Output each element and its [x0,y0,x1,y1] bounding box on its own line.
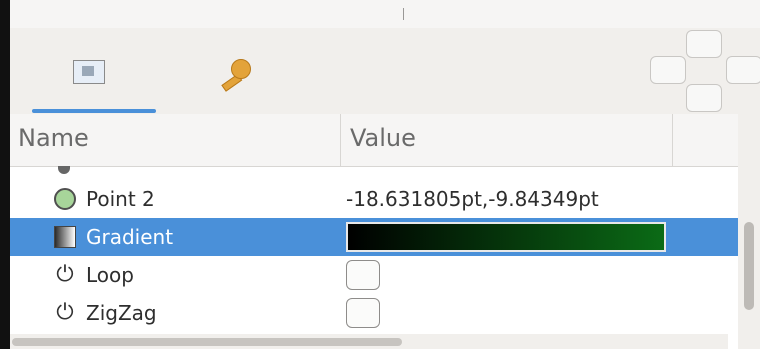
circle-icon [54,188,76,210]
nav-right-button[interactable] [726,56,760,84]
table-row-zigzag[interactable]: ⏻ ZigZag [10,294,738,332]
row-label: ZigZag [86,301,157,325]
row-label: Loop [86,263,134,287]
params-icon [73,60,105,84]
horizontal-scrollbar[interactable] [10,334,728,349]
zigzag-checkbox[interactable] [346,298,380,328]
table-header: Name Value [10,114,738,167]
vertical-scrollbar[interactable] [738,114,760,349]
horizontal-scroll-thumb[interactable] [12,338,402,346]
nav-left-button[interactable] [650,56,686,84]
gradient-swatch[interactable] [346,222,666,252]
table-row-loop[interactable]: ⏻ Loop [10,256,738,294]
point-value[interactable]: -18.631805pt,-9.84349pt [346,187,599,211]
nav-up-button[interactable] [686,30,722,58]
library-tab[interactable] [200,42,270,102]
vertical-scroll-thumb[interactable] [744,222,754,310]
column-header-value[interactable]: Value [350,124,416,152]
table-row-gradient[interactable]: Gradient [10,218,738,256]
key-icon [217,57,253,92]
window-left-border [0,0,10,349]
panel-tabs [10,28,760,114]
toolbar-separator [403,8,404,20]
column-separator[interactable] [340,114,341,166]
column-separator[interactable] [672,114,673,166]
column-header-name[interactable]: Name [18,124,89,152]
row-label: Gradient [86,225,174,249]
params-table: Name Value Point 2 -18.631805pt,-9.84349… [10,114,738,349]
row-label: Point 2 [86,187,155,211]
params-panel: Name Value Point 2 -18.631805pt,-9.84349… [10,28,760,349]
top-toolbar [10,0,760,29]
gradient-icon [54,226,76,248]
table-row-partial [10,166,738,180]
power-icon: ⏻ [56,300,74,325]
params-tab[interactable] [54,42,124,102]
loop-checkbox[interactable] [346,260,380,290]
power-icon: ⏻ [56,262,74,287]
nav-down-button[interactable] [686,84,722,112]
table-row-point-2[interactable]: Point 2 -18.631805pt,-9.84349pt [10,180,738,218]
active-tab-indicator [32,109,156,113]
